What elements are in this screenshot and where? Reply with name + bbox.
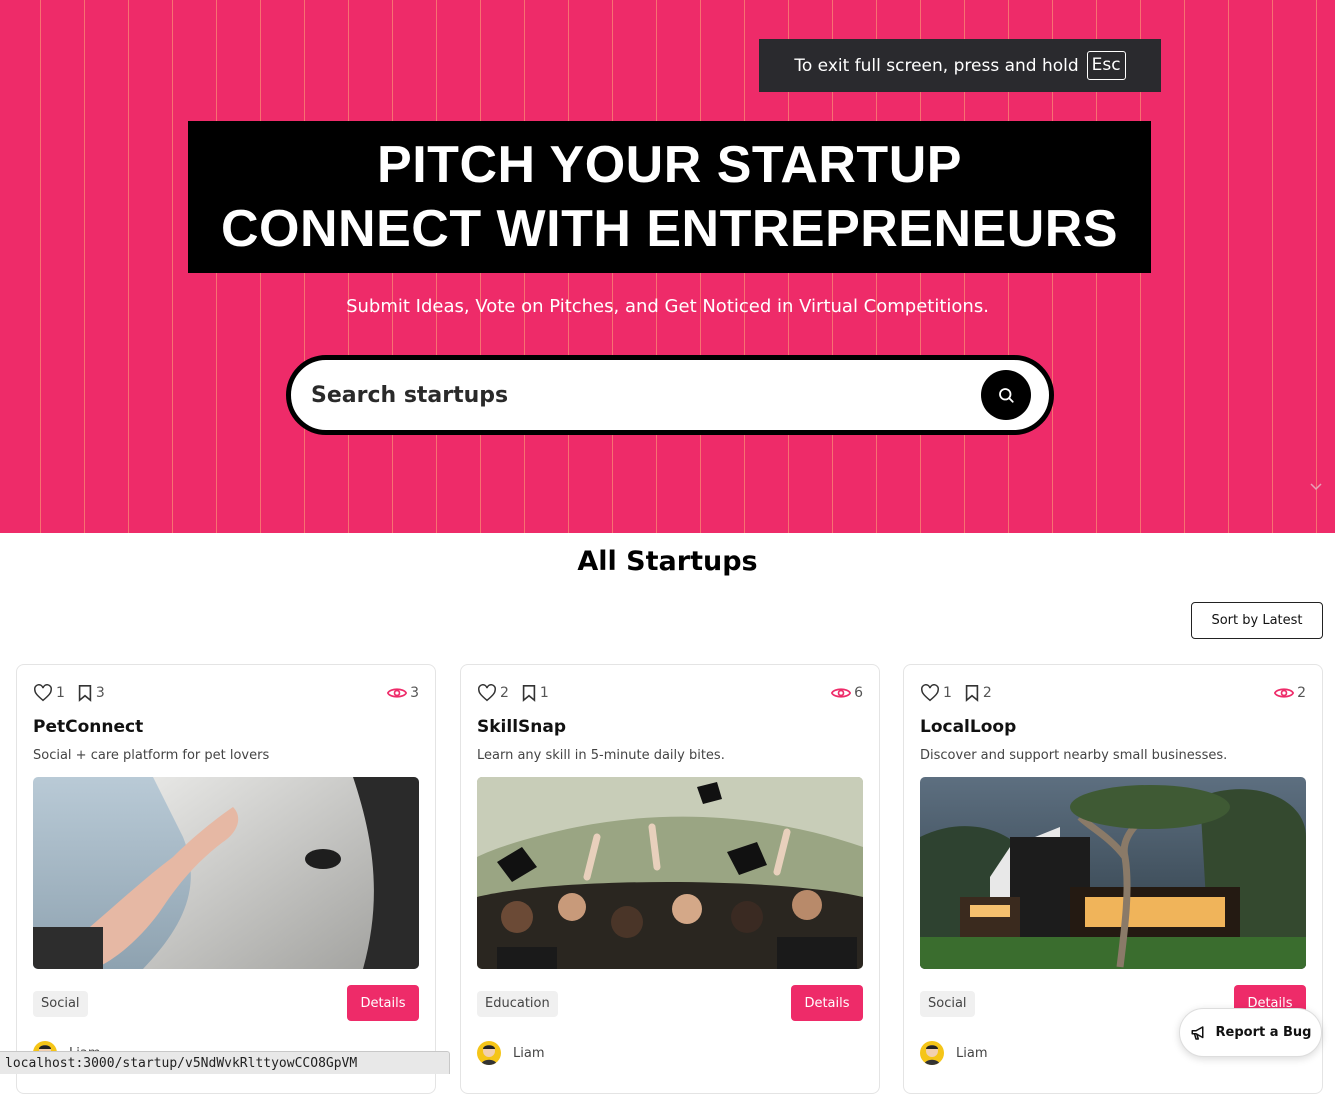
views-stat: 2 — [1274, 685, 1306, 701]
startup-title[interactable]: LocalLoop — [920, 717, 1016, 737]
startup-title[interactable]: SkillSnap — [477, 717, 566, 737]
author-name: Liam — [513, 1045, 545, 1061]
avatar — [477, 1041, 501, 1065]
eye-icon — [831, 688, 852, 698]
headline-line-2: CONNECT WITH ENTREPRENEURS — [220, 200, 1119, 258]
fullscreen-exit-notice: To exit full screen, press and hold Esc — [759, 39, 1161, 92]
likes-count: 1 — [56, 685, 65, 701]
eye-icon — [387, 688, 408, 698]
likes-count: 1 — [943, 685, 952, 701]
details-button[interactable]: Details — [791, 985, 863, 1021]
startup-image[interactable] — [477, 777, 863, 969]
bookmarks-stat[interactable]: 3 — [77, 684, 105, 702]
author-name: Liam — [956, 1045, 988, 1061]
search-input[interactable] — [311, 382, 981, 408]
category-tag[interactable]: Education — [477, 991, 558, 1017]
bookmark-icon — [522, 684, 536, 702]
horse-photo — [33, 777, 419, 969]
views-count: 2 — [1297, 685, 1306, 701]
fullscreen-notice-text: To exit full screen, press and hold — [794, 55, 1079, 76]
startup-image[interactable] — [33, 777, 419, 969]
startup-card: 1 3 3 PetConnect Social + care platform … — [16, 664, 436, 1094]
views-stat: 3 — [387, 685, 419, 701]
startup-title[interactable]: PetConnect — [33, 717, 143, 737]
views-count: 3 — [410, 685, 419, 701]
status-bar-url: localhost:3000/startup/v5NdWvkRlttyowCCO… — [0, 1051, 450, 1074]
bookmarks-count: 2 — [982, 685, 992, 701]
startup-description: Learn any skill in 5-minute daily bites. — [477, 748, 725, 763]
headline-line-1: PITCH YOUR STARTUP — [377, 136, 962, 194]
views-count: 6 — [854, 685, 863, 701]
likes-stat[interactable]: 2 — [477, 684, 509, 702]
bookmarks-count: 3 — [95, 685, 105, 701]
card-stats: 2 1 6 — [477, 683, 863, 703]
megaphone-icon — [1191, 1025, 1203, 1040]
heart-icon — [478, 684, 496, 702]
hero-subheading: Submit Ideas, Vote on Pitches, and Get N… — [346, 296, 989, 317]
bookmark-icon — [78, 684, 92, 702]
startup-card: 2 1 6 SkillSnap Learn any skill in 5-min… — [460, 664, 880, 1094]
card-stats: 1 2 2 — [920, 683, 1306, 703]
startup-image[interactable] — [920, 777, 1306, 969]
sort-button[interactable]: Sort by Latest — [1191, 602, 1323, 639]
search-icon — [999, 388, 1014, 403]
house-photo — [920, 777, 1306, 969]
heart-icon — [34, 684, 52, 702]
details-button[interactable]: Details — [347, 985, 419, 1021]
bookmarks-stat[interactable]: 2 — [964, 684, 992, 702]
likes-stat[interactable]: 1 — [33, 684, 65, 702]
card-stats: 1 3 3 — [33, 683, 419, 703]
search-form — [286, 355, 1054, 435]
likes-count: 2 — [500, 685, 509, 701]
avatar — [920, 1041, 944, 1065]
bookmarks-count: 1 — [539, 685, 549, 701]
section-title: All Startups — [577, 546, 758, 577]
report-bug-label: Report a Bug — [1215, 1025, 1312, 1040]
esc-key-hint: Esc — [1086, 51, 1126, 80]
bookmarks-stat[interactable]: 1 — [521, 684, 549, 702]
eye-icon — [1274, 688, 1295, 698]
author[interactable]: Liam — [920, 1041, 987, 1065]
author[interactable]: Liam — [477, 1041, 544, 1065]
category-tag[interactable]: Social — [33, 991, 88, 1017]
likes-stat[interactable]: 1 — [920, 684, 952, 702]
heart-icon — [921, 684, 939, 702]
startup-description: Social + care platform for pet lovers — [33, 748, 270, 763]
views-stat: 6 — [831, 685, 863, 701]
report-bug-button[interactable]: Report a Bug — [1179, 1008, 1322, 1057]
search-button[interactable] — [981, 370, 1031, 420]
startup-description: Discover and support nearby small busine… — [920, 748, 1228, 763]
bookmark-icon — [965, 684, 979, 702]
graduation-photo — [477, 777, 863, 969]
chevron-down-icon[interactable] — [1309, 480, 1323, 494]
category-tag[interactable]: Social — [920, 991, 975, 1017]
hero-headline: PITCH YOUR STARTUP CONNECT WITH ENTREPRE… — [188, 121, 1151, 273]
